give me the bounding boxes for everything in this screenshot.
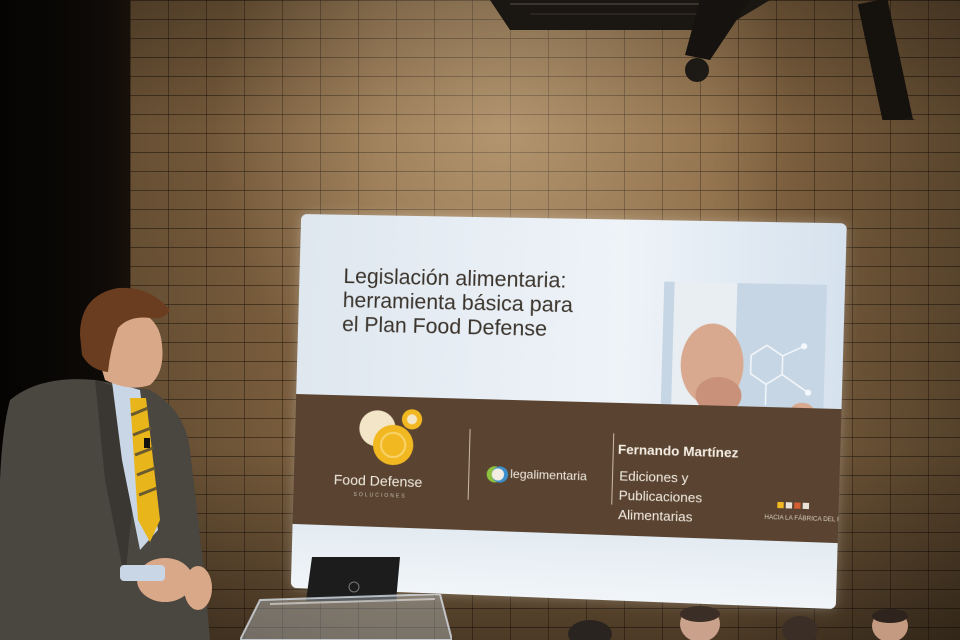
food-defense-tagline: SOLUCIONES bbox=[353, 492, 406, 500]
food-defense-logo: Food Defense SOLUCIONES bbox=[333, 405, 457, 519]
glass-podium bbox=[240, 594, 452, 640]
presenter-person bbox=[0, 280, 230, 640]
presenter-name: Fernando Martínez bbox=[618, 442, 739, 461]
legalimentaria-swirl-icon bbox=[485, 462, 510, 487]
audience-heads bbox=[560, 600, 920, 640]
slide-title-line: el Plan Food Defense bbox=[342, 313, 573, 343]
slide-header-area: Legislación alimentaria: herramienta bás… bbox=[296, 214, 847, 409]
organization-line: Ediciones y bbox=[619, 466, 703, 488]
food-defense-name: Food Defense bbox=[334, 471, 466, 491]
food-defense-circles-icon bbox=[354, 406, 426, 472]
band-divider bbox=[468, 429, 471, 500]
legalimentaria-logo: legalimentaria bbox=[485, 460, 609, 494]
colored-squares-icon bbox=[777, 502, 815, 511]
conference-photo: Legislación alimentaria: herramienta bás… bbox=[0, 0, 960, 640]
fabrica-futuro-logo: HACIA LA FÁBRICA DEL FUTURO bbox=[764, 501, 828, 534]
organization-name: Ediciones y Publicaciones Alimentarias bbox=[618, 466, 703, 527]
slide-brand-band: Food Defense SOLUCIONES legalimentaria F… bbox=[293, 394, 842, 543]
projection-screen: Legislación alimentaria: herramienta bás… bbox=[291, 214, 847, 609]
spotlight-icon bbox=[685, 58, 709, 82]
ceiling-truss bbox=[470, 0, 960, 120]
slide-title: Legislación alimentaria: herramienta bás… bbox=[342, 265, 574, 343]
organization-line: Alimentarias bbox=[618, 505, 702, 527]
fabrica-futuro-text: HACIA LA FÁBRICA DEL FUTURO bbox=[764, 515, 847, 525]
band-divider bbox=[611, 433, 614, 504]
legalimentaria-text: legalimentaria bbox=[510, 467, 587, 484]
